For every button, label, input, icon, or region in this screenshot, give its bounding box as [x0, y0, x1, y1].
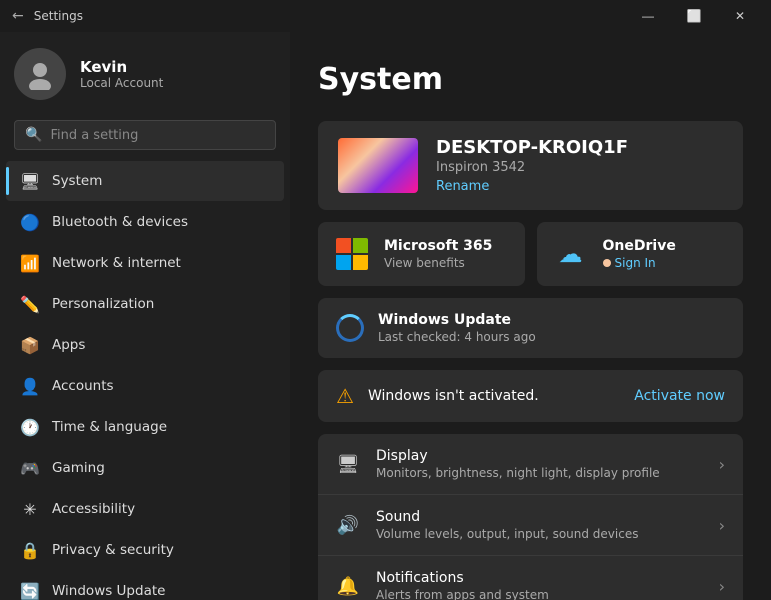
notifications-chevron-icon: ›: [719, 577, 725, 596]
gaming-nav-label: Gaming: [52, 460, 105, 476]
quick-card-onedrive[interactable]: ☁ OneDrive Sign In: [537, 222, 744, 286]
sidebar-item-gaming[interactable]: 🎮 Gaming: [6, 448, 284, 488]
setting-item-sound[interactable]: 🔊 Sound Volume levels, output, input, so…: [318, 495, 743, 556]
sidebar: Kevin Local Account 🔍 🖥 System 🔵 Bluetoo…: [0, 32, 290, 600]
display-setting-info: Display Monitors, brightness, night ligh…: [376, 448, 703, 480]
activation-alert[interactable]: ⚠ Windows isn't activated. Activate now: [318, 370, 743, 422]
accounts-nav-icon: 👤: [20, 376, 40, 396]
sidebar-item-accessibility[interactable]: ✳ Accessibility: [6, 489, 284, 529]
display-setting-sub: Monitors, brightness, night light, displ…: [376, 466, 703, 480]
sidebar-item-system[interactable]: 🖥 System: [6, 161, 284, 201]
update-sub: Last checked: 4 hours ago: [378, 330, 536, 344]
back-icon[interactable]: ←: [12, 8, 24, 24]
sound-chevron-icon: ›: [719, 516, 725, 535]
device-card: DESKTOP-KROIQ1F Inspiron 3542 Rename: [318, 121, 743, 210]
window-controls: — ⬜ ✕: [625, 0, 763, 32]
display-setting-icon: 🖥: [336, 454, 360, 475]
sidebar-item-network[interactable]: 📶 Network & internet: [6, 243, 284, 283]
user-name: Kevin: [80, 58, 163, 76]
sidebar-item-time[interactable]: 🕐 Time & language: [6, 407, 284, 447]
quick-card-ms365[interactable]: Microsoft 365 View benefits: [318, 222, 525, 286]
windows-update-card[interactable]: Windows Update Last checked: 4 hours ago: [318, 298, 743, 358]
ms365-icon: [334, 236, 370, 272]
winupdate-nav-label: Windows Update: [52, 583, 165, 599]
titlebar-left: ← Settings: [12, 8, 83, 24]
nav-container: 🖥 System 🔵 Bluetooth & devices 📶 Network…: [0, 160, 290, 600]
ms365-info: Microsoft 365 View benefits: [384, 238, 492, 270]
time-nav-label: Time & language: [52, 419, 167, 435]
setting-item-notifications[interactable]: 🔔 Notifications Alerts from apps and sys…: [318, 556, 743, 600]
system-nav-icon: 🖥: [20, 171, 40, 191]
setting-item-display[interactable]: 🖥 Display Monitors, brightness, night li…: [318, 434, 743, 495]
search-icon: 🔍: [25, 127, 42, 143]
privacy-nav-icon: 🔒: [20, 540, 40, 560]
device-model: Inspiron 3542: [436, 160, 723, 175]
close-button[interactable]: ✕: [717, 0, 763, 32]
time-nav-icon: 🕐: [20, 417, 40, 437]
sidebar-item-bluetooth[interactable]: 🔵 Bluetooth & devices: [6, 202, 284, 242]
notifications-setting-title: Notifications: [376, 570, 703, 586]
notifications-setting-sub: Alerts from apps and system: [376, 588, 703, 600]
network-nav-icon: 📶: [20, 253, 40, 273]
update-spinner-icon: [336, 314, 364, 342]
ms365-title: Microsoft 365: [384, 238, 492, 254]
sidebar-item-privacy[interactable]: 🔒 Privacy & security: [6, 530, 284, 570]
warning-icon: ⚠: [336, 384, 354, 408]
sidebar-item-personalization[interactable]: ✏️ Personalization: [6, 284, 284, 324]
onedrive-info: OneDrive Sign In: [603, 238, 676, 270]
apps-nav-label: Apps: [52, 337, 85, 353]
personalization-nav-icon: ✏️: [20, 294, 40, 314]
user-info: Kevin Local Account: [80, 58, 163, 90]
app-title: Settings: [34, 9, 83, 23]
accessibility-nav-icon: ✳: [20, 499, 40, 519]
settings-group: 🖥 Display Monitors, brightness, night li…: [318, 434, 743, 600]
notifications-setting-icon: 🔔: [336, 576, 360, 597]
maximize-button[interactable]: ⬜: [671, 0, 717, 32]
page-title: System: [318, 62, 743, 97]
device-name: DESKTOP-KROIQ1F: [436, 137, 723, 158]
notifications-setting-info: Notifications Alerts from apps and syste…: [376, 570, 703, 600]
display-setting-title: Display: [376, 448, 703, 464]
apps-nav-icon: 📦: [20, 335, 40, 355]
winupdate-nav-icon: 🔄: [20, 581, 40, 600]
update-info: Windows Update Last checked: 4 hours ago: [378, 312, 536, 344]
sound-setting-info: Sound Volume levels, output, input, soun…: [376, 509, 703, 541]
sound-setting-sub: Volume levels, output, input, sound devi…: [376, 527, 703, 541]
personalization-nav-label: Personalization: [52, 296, 154, 312]
quick-cards: Microsoft 365 View benefits ☁ OneDrive S…: [318, 222, 743, 286]
accessibility-nav-label: Accessibility: [52, 501, 135, 517]
gaming-nav-icon: 🎮: [20, 458, 40, 478]
display-chevron-icon: ›: [719, 455, 725, 474]
avatar: [14, 48, 66, 100]
system-nav-label: System: [52, 173, 102, 189]
search-box[interactable]: 🔍: [14, 120, 276, 150]
sidebar-item-accounts[interactable]: 👤 Accounts: [6, 366, 284, 406]
minimize-button[interactable]: —: [625, 0, 671, 32]
network-nav-label: Network & internet: [52, 255, 181, 271]
accounts-nav-label: Accounts: [52, 378, 114, 394]
onedrive-title: OneDrive: [603, 238, 676, 254]
user-type: Local Account: [80, 76, 163, 90]
user-section[interactable]: Kevin Local Account: [0, 32, 290, 116]
bluetooth-nav-icon: 🔵: [20, 212, 40, 232]
privacy-nav-label: Privacy & security: [52, 542, 174, 558]
sound-setting-title: Sound: [376, 509, 703, 525]
sidebar-item-winupdate[interactable]: 🔄 Windows Update: [6, 571, 284, 600]
sound-setting-icon: 🔊: [336, 515, 360, 536]
content-area: System DESKTOP-KROIQ1F Inspiron 3542 Ren…: [290, 32, 771, 600]
device-info: DESKTOP-KROIQ1F Inspiron 3542 Rename: [436, 137, 723, 194]
onedrive-sub: Sign In: [603, 256, 676, 270]
main-layout: Kevin Local Account 🔍 🖥 System 🔵 Bluetoo…: [0, 32, 771, 600]
sidebar-item-apps[interactable]: 📦 Apps: [6, 325, 284, 365]
bluetooth-nav-label: Bluetooth & devices: [52, 214, 188, 230]
device-thumbnail: [338, 138, 418, 193]
ms365-sub: View benefits: [384, 256, 492, 270]
device-rename-link[interactable]: Rename: [436, 179, 723, 194]
activate-now-link[interactable]: Activate now: [634, 388, 725, 404]
update-title: Windows Update: [378, 312, 536, 328]
activation-text: Windows isn't activated.: [368, 388, 620, 404]
onedrive-icon: ☁: [553, 236, 589, 272]
search-input[interactable]: [50, 128, 265, 143]
titlebar: ← Settings — ⬜ ✕: [0, 0, 771, 32]
